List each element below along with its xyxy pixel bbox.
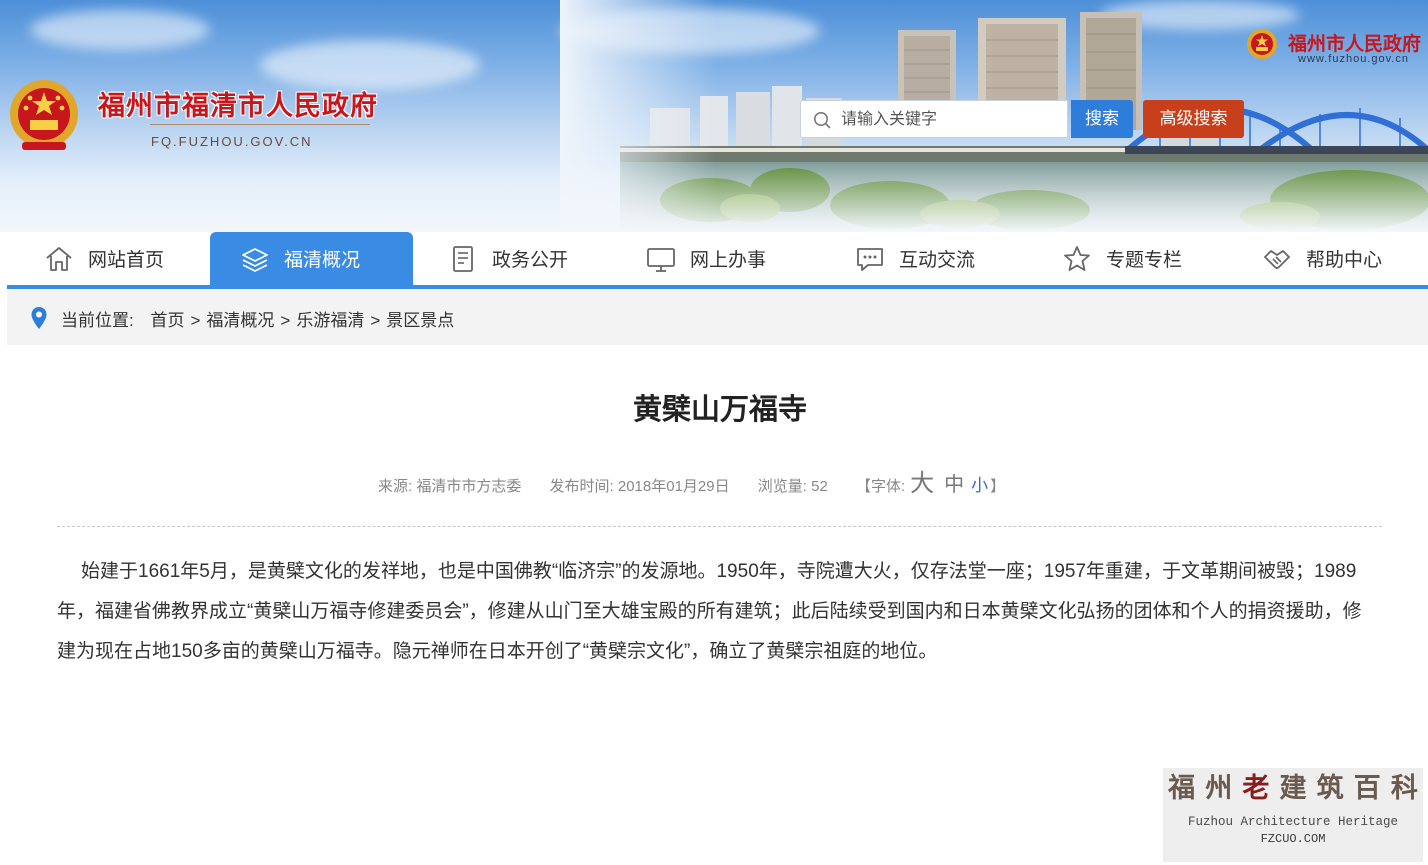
city-government-link[interactable]: 福州市人民政府 [1288, 29, 1421, 56]
breadcrumb-overview[interactable]: 福清概况 [206, 311, 274, 330]
font-size-medium-button[interactable]: 中 [944, 474, 964, 496]
home-icon [46, 246, 72, 271]
nav-item-label: 互动交流 [899, 250, 976, 271]
banner-cloud [260, 40, 480, 90]
breadcrumb: 当前位置: 首页 > 福清概况 > 乐游福清 > 景区景点 [61, 306, 454, 331]
breadcrumb-scenic-spots[interactable]: 景区景点 [386, 311, 454, 330]
watermark-char: 福 [1168, 773, 1196, 804]
nav-item-overview[interactable]: 福清概况 [210, 232, 413, 285]
search-button[interactable]: 搜索 [1071, 100, 1133, 138]
main-navigation: 网站首页 福清概况 政务公开 网上办事 互动交流 专题专栏 帮助中心 [0, 232, 1428, 289]
nav-item-special-topics[interactable]: 专题专栏 [1062, 232, 1182, 285]
advanced-search-button[interactable]: 高级搜索 [1143, 100, 1244, 138]
national-emblem-icon [10, 80, 78, 150]
nav-item-home[interactable]: 网站首页 [44, 232, 164, 285]
city-government-domain[interactable]: www.fuzhou.gov.cn [1298, 53, 1409, 65]
banner-cloud [30, 10, 210, 50]
site-header: 福州市福清市人民政府 FQ.FUZHOU.GOV.CN 福州市人民政府 www.… [0, 0, 1428, 232]
font-size-large-button[interactable]: 大 [910, 470, 934, 497]
watermark-char: 科 [1390, 773, 1418, 804]
article-publish-time: 发布时间: 2018年01月29日 [549, 478, 730, 495]
search-icon [814, 112, 831, 129]
handshake-icon [1264, 249, 1290, 269]
watermark-char: 百 [1353, 773, 1381, 804]
star-icon [1064, 245, 1090, 271]
breadcrumb-separator: > [280, 311, 291, 330]
watermark-logo: 福 州 老 建 筑 百 科 Fuzhou Architecture Herita… [1163, 768, 1423, 862]
article-meta: 来源: 福清市市方志委 发布时间: 2018年01月29日 浏览量: 52 【字… [378, 463, 1005, 498]
font-size-label: 【字体: [855, 478, 906, 495]
article-views: 浏览量: 52 [757, 478, 828, 495]
watermark-char: 筑 [1316, 773, 1344, 804]
site-name-divider [150, 124, 370, 125]
watermark-char: 州 [1205, 773, 1233, 804]
breadcrumb-tourism[interactable]: 乐游福清 [296, 311, 364, 330]
watermark-char: 建 [1279, 773, 1307, 804]
nav-item-online-services[interactable]: 网上办事 [646, 232, 766, 285]
nav-item-label: 福清概况 [284, 250, 361, 271]
breadcrumb-separator: > [190, 311, 201, 330]
nav-item-interaction[interactable]: 互动交流 [855, 232, 975, 285]
nav-item-label: 政务公开 [492, 250, 569, 271]
font-size-small-button[interactable]: 小 [971, 476, 988, 495]
breadcrumb-separator: > [370, 311, 381, 330]
watermark-title: 福 州 老 建 筑 百 科 [1163, 768, 1423, 810]
search-input[interactable] [839, 101, 1063, 139]
nav-item-label: 专题专栏 [1106, 250, 1183, 271]
article-divider [57, 526, 1382, 527]
nav-item-government-affairs[interactable]: 政务公开 [448, 232, 568, 285]
city-emblem-icon[interactable] [1246, 28, 1278, 62]
watermark-char: 老 [1242, 773, 1270, 804]
article-title: 黄檗山万福寺 [632, 394, 807, 426]
location-pin-icon [31, 307, 47, 329]
font-size-close-bracket: 】 [990, 478, 1006, 495]
watermark-url: FZCUO.COM [1260, 832, 1326, 846]
watermark-english: Fuzhou Architecture Heritage [1187, 815, 1399, 829]
site-domain: FQ.FUZHOU.GOV.CN [151, 134, 313, 149]
site-name: 福州市福清市人民政府 [98, 91, 378, 122]
search-box [800, 100, 1068, 139]
document-icon [453, 245, 473, 272]
nav-item-label: 网上办事 [690, 250, 767, 271]
article-source: 来源: 福清市市方志委 [378, 478, 522, 495]
chat-bubble-icon [857, 247, 883, 271]
article-body: 始建于1661年5月，是黄檗文化的发祥地，也是中国佛教“临济宗”的发源地。195… [57, 561, 1362, 662]
nav-item-label: 网站首页 [88, 250, 165, 271]
nav-item-help-center[interactable]: 帮助中心 [1262, 232, 1382, 285]
layers-icon [242, 247, 268, 272]
breadcrumb-prefix: 当前位置: [61, 311, 134, 330]
monitor-icon [647, 247, 675, 272]
breadcrumb-home[interactable]: 首页 [150, 311, 184, 330]
nav-item-label: 帮助中心 [1306, 250, 1383, 271]
